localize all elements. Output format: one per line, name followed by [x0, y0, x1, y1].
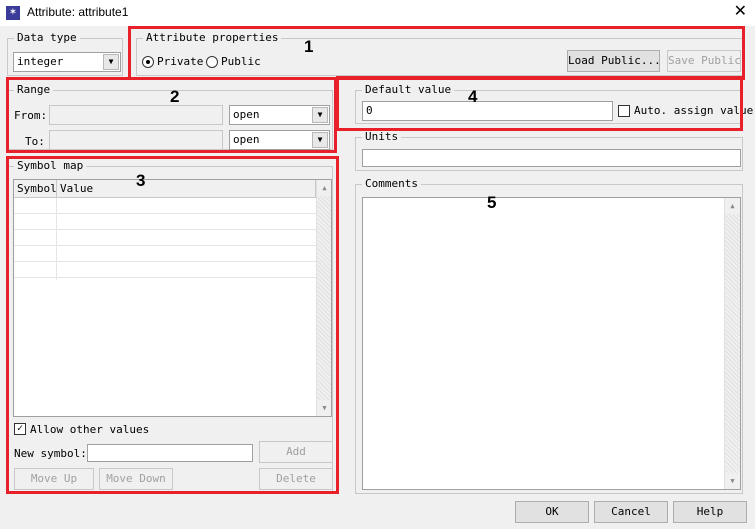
data-type-select[interactable]: integer ▼ — [13, 52, 121, 72]
units-legend: Units — [362, 130, 402, 144]
units-group: Units — [355, 130, 743, 171]
annotation-number-5: 5 — [487, 193, 497, 212]
scroll-track[interactable] — [725, 214, 740, 473]
scroll-down-icon[interactable]: ▼ — [725, 473, 740, 489]
comments-legend: Comments — [362, 177, 421, 191]
annotation-number-1: 1 — [304, 37, 314, 56]
data-type-group: Data type integer ▼ — [7, 31, 123, 76]
scroll-up-icon[interactable]: ▲ — [725, 198, 740, 214]
data-type-value: integer — [17, 55, 64, 68]
app-star-icon: ✶ — [6, 6, 20, 20]
units-input[interactable] — [362, 149, 741, 167]
annotation-number-3: 3 — [136, 171, 146, 190]
ok-button[interactable]: OK — [515, 501, 589, 523]
title-bar: ✶ Attribute: attribute1 ✕ — [0, 0, 755, 26]
comments-group: Comments ▲ ▼ — [355, 177, 743, 494]
close-icon[interactable]: ✕ — [734, 2, 747, 22]
cancel-button[interactable]: Cancel — [594, 501, 668, 523]
data-type-legend: Data type — [14, 31, 80, 45]
comments-textarea[interactable]: ▲ ▼ — [362, 197, 741, 490]
annotation-number-4: 4 — [468, 87, 478, 106]
help-button[interactable]: Help — [673, 501, 747, 523]
annotation-number-2: 2 — [170, 87, 180, 106]
comments-scrollbar[interactable]: ▲ ▼ — [724, 198, 740, 489]
annotation-box-3 — [6, 156, 339, 494]
annotation-box-4 — [336, 76, 743, 131]
chevron-down-icon[interactable]: ▼ — [103, 54, 119, 70]
window-title: Attribute: attribute1 — [27, 5, 129, 19]
annotation-box-1 — [128, 26, 745, 80]
